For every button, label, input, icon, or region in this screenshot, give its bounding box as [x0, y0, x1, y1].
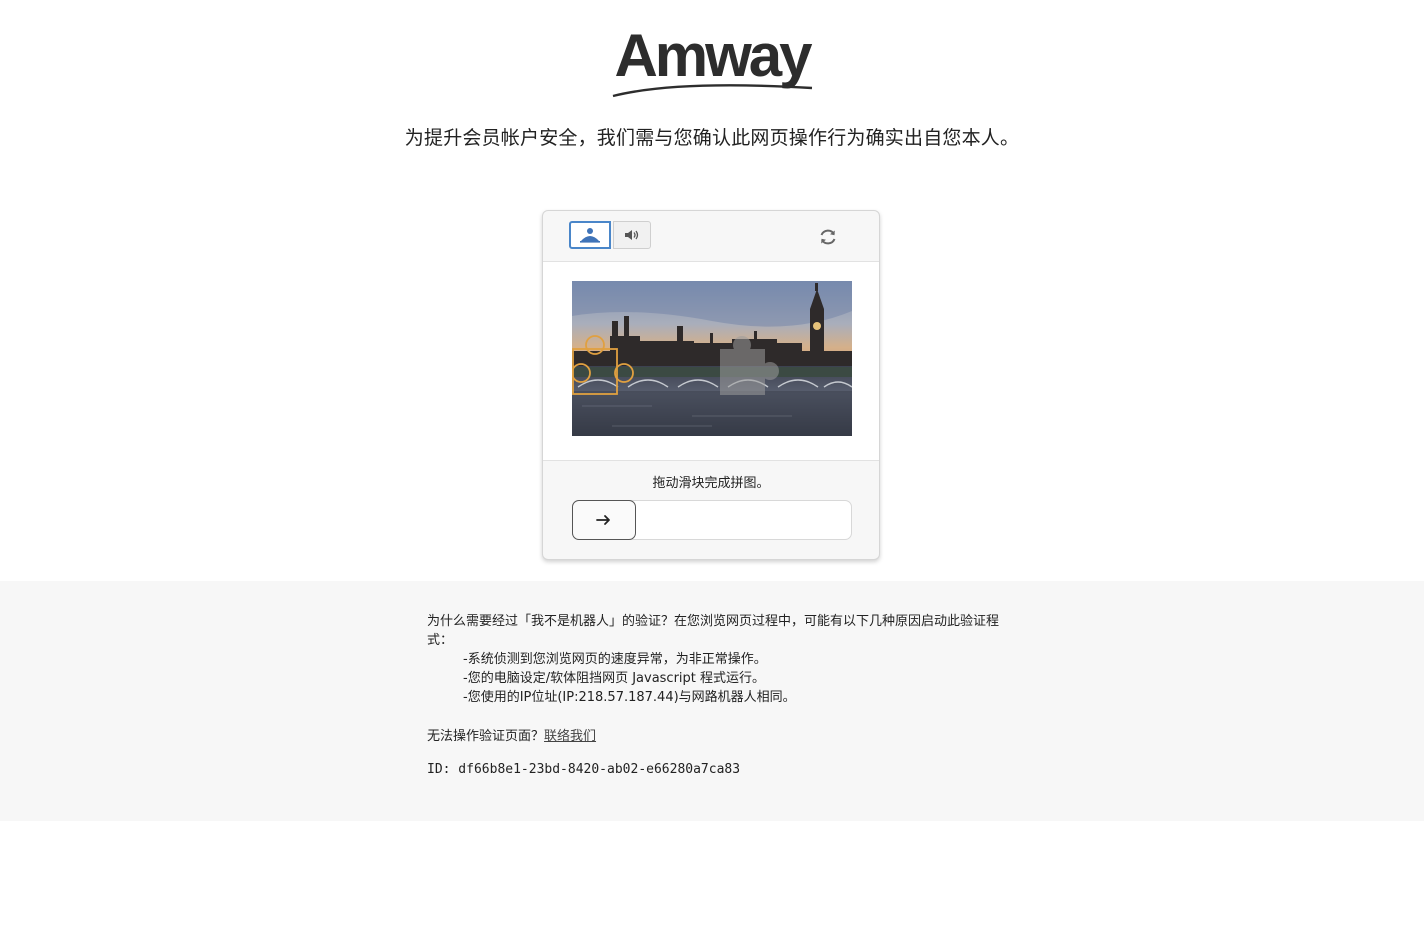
info-text: 为什么需要经过「我不是机器人」的验证？在您浏览网页过程中，可能有以下几种原因启动…	[427, 612, 1007, 779]
logo-wordmark: Amway	[614, 22, 813, 89]
puzzle-image	[572, 281, 852, 436]
captcha-widget: 拖动滑块完成拼图。	[542, 210, 880, 560]
why-verify-text: 为什么需要经过「我不是机器人」的验证？在您浏览网页过程中，可能有以下几种原因启动…	[427, 614, 1000, 648]
reason-item: -您使用的IP位址(IP:218.57.187.44)与网路机器人相同。	[463, 690, 796, 705]
info-section: 为什么需要经过「我不是机器人」的验证？在您浏览网页过程中，可能有以下几种原因启动…	[0, 581, 1424, 821]
audio-mode-button[interactable]	[613, 221, 651, 249]
westminster-photo	[572, 281, 852, 436]
slider-handle[interactable]	[572, 500, 636, 540]
refresh-button[interactable]	[817, 226, 839, 248]
speaker-icon	[625, 230, 639, 240]
captcha-toolbar	[543, 211, 879, 262]
logo: Amway	[0, 22, 1424, 106]
image-mode-button[interactable]	[569, 221, 611, 249]
reason-item: -系统侦测到您浏览网页的速度异常，为非正常操作。	[463, 652, 767, 667]
page-headline: 为提升会员帐户安全，我们需与您确认此网页操作行为确实出自您本人。	[404, 127, 1020, 149]
contact-line: 无法操作验证页面？联络我们	[427, 727, 1007, 746]
captcha-instruction: 拖动滑块完成拼图。	[652, 476, 770, 491]
reason-item: -您的电脑设定/软体阻挡网页 Javascript 程式运行。	[463, 671, 766, 686]
image-icon	[580, 228, 600, 243]
contact-us-link[interactable]: 联络我们	[544, 729, 596, 744]
contact-prefix: 无法操作验证页面？	[427, 729, 545, 744]
amway-logo: Amway	[612, 22, 816, 98]
refresh-icon	[820, 229, 836, 245]
captcha-footer: 拖动滑块完成拼图。	[543, 461, 879, 559]
request-id: ID: df66b8e1-23bd-8420-ab02-e66280a7ca83	[427, 762, 741, 777]
arrow-right-icon	[596, 515, 610, 525]
captcha-puzzle-area	[543, 262, 879, 461]
